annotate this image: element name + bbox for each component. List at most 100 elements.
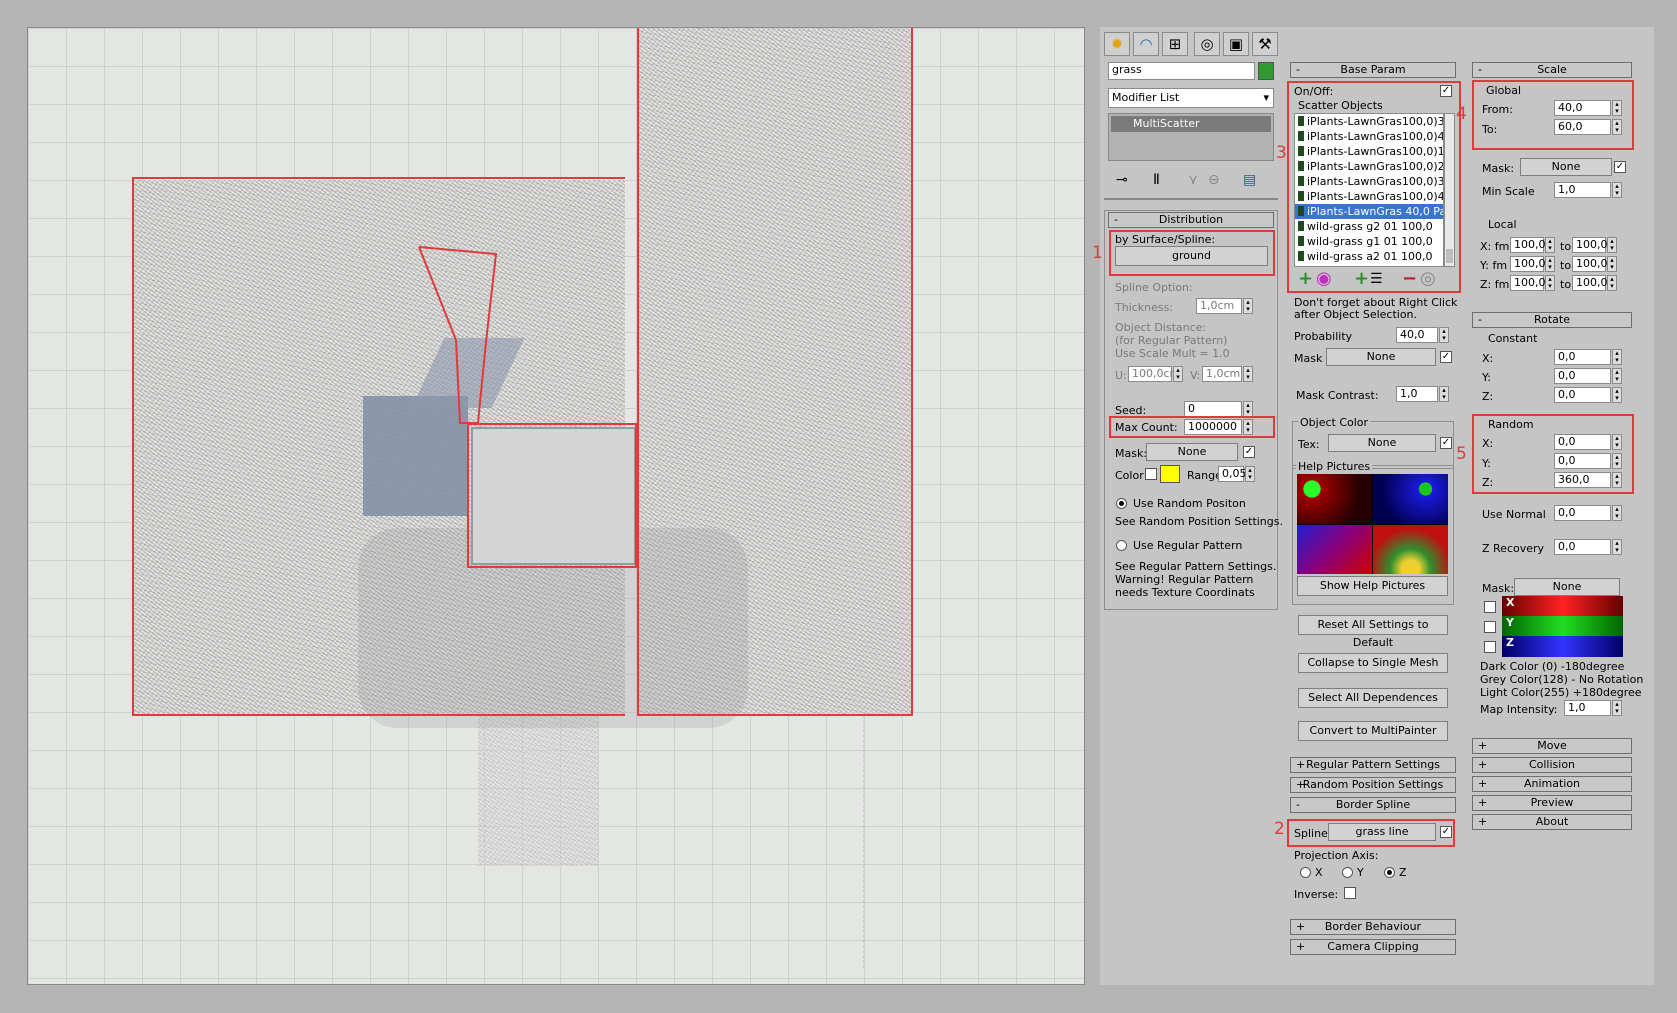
rollout-border-behaviour[interactable]: + Border Behaviour xyxy=(1290,919,1456,935)
local-x_fm-to-field[interactable]: 100,0 xyxy=(1572,237,1608,253)
mask-contrast-field[interactable]: 1,0 xyxy=(1396,386,1438,402)
base-mask-button[interactable]: None xyxy=(1326,348,1436,366)
rollout-regular-pattern[interactable]: + Regular Pattern Settings xyxy=(1290,757,1456,773)
rollout-collision[interactable]: + Collision xyxy=(1472,757,1632,773)
rollout-camera-clipping[interactable]: + Camera Clipping xyxy=(1290,939,1456,955)
z-recovery-spinner[interactable]: ▴ ▾ xyxy=(1612,539,1622,555)
map-intensity-field[interactable]: 1,0 xyxy=(1564,700,1611,716)
const-x-spinner[interactable]: ▴ ▾ xyxy=(1612,349,1622,365)
inverse-checkbox[interactable] xyxy=(1344,887,1356,899)
rollout-rotate[interactable]: - Rotate xyxy=(1472,312,1632,328)
local-x_fm-from-field[interactable]: 100,0 xyxy=(1510,237,1546,253)
local-z_fm-to-spinner[interactable]: ▴ ▾ xyxy=(1607,275,1617,291)
from-field[interactable]: 40,0 xyxy=(1554,100,1611,116)
rand-z-field[interactable]: 360,0 xyxy=(1554,472,1611,488)
const-x-field[interactable]: 0,0 xyxy=(1554,349,1611,365)
local-y_fm-from-field[interactable]: 100,0 xyxy=(1510,256,1546,272)
axis-x-radio[interactable] xyxy=(1300,867,1311,878)
probability-spinner[interactable]: ▴ ▾ xyxy=(1439,327,1449,343)
stack-item-multiscatter[interactable]: MultiScatter xyxy=(1111,116,1271,132)
seed-field[interactable]: 0 xyxy=(1184,401,1242,417)
rollout-move[interactable]: + Move xyxy=(1472,738,1632,754)
show-end-result-icon[interactable]: Ⅱ xyxy=(1153,172,1160,188)
add-list-icon[interactable]: + xyxy=(1354,269,1369,289)
list-item[interactable]: iPlants-LawnGras 40,0 Pa xyxy=(1295,204,1443,219)
mask-button[interactable]: None xyxy=(1146,443,1238,461)
convert-multipainter-button[interactable]: Convert to MultiPainter xyxy=(1298,721,1448,741)
spline-checkbox[interactable]: ✓ xyxy=(1440,826,1452,838)
rand-z-spinner[interactable]: ▴ ▾ xyxy=(1612,472,1622,488)
local-z_fm-from-field[interactable]: 100,0 xyxy=(1510,275,1546,291)
range-field[interactable]: 0,05 xyxy=(1218,466,1247,482)
color-swatch[interactable] xyxy=(1160,465,1180,483)
to-spinner[interactable]: ▴ ▾ xyxy=(1612,119,1622,135)
list-item[interactable]: wild-grass g2 01 100,0 xyxy=(1295,219,1443,234)
pin-stack-icon[interactable]: ⊸ xyxy=(1116,172,1128,188)
list-icon[interactable]: ☰ xyxy=(1370,269,1383,289)
list-item[interactable]: iPlants-LawnGras100,0)4 xyxy=(1295,129,1443,144)
u-spinner[interactable]: ▴ ▾ xyxy=(1173,366,1183,382)
scale-mask-checkbox[interactable]: ✓ xyxy=(1614,161,1626,173)
local-x_fm-from-spinner[interactable]: ▴ ▾ xyxy=(1545,237,1555,253)
rollout-scale[interactable]: - Scale xyxy=(1472,62,1632,78)
use-normal-field[interactable]: 0,0 xyxy=(1554,505,1611,521)
mask-checkbox[interactable]: ✓ xyxy=(1243,446,1255,458)
rand-y-spinner[interactable]: ▴ ▾ xyxy=(1612,453,1622,469)
local-x_fm-to-spinner[interactable]: ▴ ▾ xyxy=(1607,237,1617,253)
local-z_fm-to-field[interactable]: 100,0 xyxy=(1572,275,1608,291)
rotate-z-checkbox[interactable] xyxy=(1484,641,1496,653)
object-name-field[interactable]: grass xyxy=(1108,62,1255,80)
from-spinner[interactable]: ▴ ▾ xyxy=(1612,100,1622,116)
pick-eye-icon[interactable]: ◉ xyxy=(1316,269,1332,289)
onoff-checkbox[interactable]: ✓ xyxy=(1440,85,1452,97)
seed-spinner[interactable]: ▴ ▾ xyxy=(1243,401,1253,417)
const-y-spinner[interactable]: ▴ ▾ xyxy=(1612,368,1622,384)
local-z_fm-from-spinner[interactable]: ▴ ▾ xyxy=(1545,275,1555,291)
list-item[interactable]: iPlants-LawnGras100,0)1 xyxy=(1295,144,1443,159)
hide-eye-icon[interactable]: ◎ xyxy=(1420,269,1436,289)
list-scrollbar[interactable] xyxy=(1444,113,1455,267)
object-color-swatch[interactable] xyxy=(1258,62,1274,80)
make-unique-icon[interactable]: ⋎ xyxy=(1188,172,1198,188)
rand-x-spinner[interactable]: ▴ ▾ xyxy=(1612,434,1622,450)
min-scale-spinner[interactable]: ▴ ▾ xyxy=(1612,182,1622,198)
list-item[interactable]: wild-grass a2 01 100,0 xyxy=(1295,249,1443,264)
viewport-top[interactable] xyxy=(27,27,1085,985)
rollout-preview[interactable]: + Preview xyxy=(1472,795,1632,811)
local-y_fm-to-field[interactable]: 100,0 xyxy=(1572,256,1608,272)
rand-x-field[interactable]: 0,0 xyxy=(1554,434,1611,450)
max-count-spinner[interactable]: ▴ ▾ xyxy=(1243,419,1253,435)
show-help-pictures-button[interactable]: Show Help Pictures xyxy=(1297,576,1448,596)
rotate-mask-button[interactable]: None xyxy=(1514,578,1620,596)
probability-field[interactable]: 40,0 xyxy=(1396,327,1438,343)
rotate-x-checkbox[interactable] xyxy=(1484,601,1496,613)
list-item[interactable]: iPlants-LawnGras100,0)4 xyxy=(1295,189,1443,204)
collapse-mesh-button[interactable]: Collapse to Single Mesh xyxy=(1298,653,1448,673)
tex-checkbox[interactable]: ✓ xyxy=(1440,437,1452,449)
z-recovery-field[interactable]: 0,0 xyxy=(1554,539,1611,555)
scale-mask-button[interactable]: None xyxy=(1520,158,1612,176)
help-pictures-image[interactable] xyxy=(1297,474,1448,574)
use-normal-spinner[interactable]: ▴ ▾ xyxy=(1612,505,1622,521)
rollout-border-spline[interactable]: - Border Spline xyxy=(1290,797,1456,813)
reset-settings-button[interactable]: Reset All Settings to Default xyxy=(1298,615,1448,649)
select-dependences-button[interactable]: Select All Dependences xyxy=(1298,688,1448,708)
v-field[interactable]: 1,0cm xyxy=(1202,366,1242,382)
tex-button[interactable]: None xyxy=(1328,434,1436,452)
modifier-list-dropdown[interactable]: Modifier List ▾ xyxy=(1108,88,1274,108)
regular-pattern-radio[interactable] xyxy=(1116,540,1127,551)
u-field[interactable]: 100,0cr xyxy=(1128,366,1174,382)
const-z-field[interactable]: 0,0 xyxy=(1554,387,1611,403)
map-intensity-spinner[interactable]: ▴ ▾ xyxy=(1612,700,1622,716)
random-position-radio[interactable] xyxy=(1116,498,1127,509)
mask-contrast-spinner[interactable]: ▴ ▾ xyxy=(1439,386,1449,402)
v-spinner[interactable]: ▴ ▾ xyxy=(1243,366,1253,382)
base-mask-checkbox[interactable]: ✓ xyxy=(1440,351,1452,363)
remove-object-icon[interactable]: − xyxy=(1402,269,1417,289)
configure-sets-icon[interactable]: ▤ xyxy=(1243,172,1256,188)
add-objects-icon[interactable]: + xyxy=(1298,269,1313,289)
rollout-random-position[interactable]: + Random Position Settings xyxy=(1290,777,1456,793)
min-scale-field[interactable]: 1,0 xyxy=(1554,182,1611,198)
const-y-field[interactable]: 0,0 xyxy=(1554,368,1611,384)
list-item[interactable]: iPlants-LawnGras100,0)2 xyxy=(1295,159,1443,174)
